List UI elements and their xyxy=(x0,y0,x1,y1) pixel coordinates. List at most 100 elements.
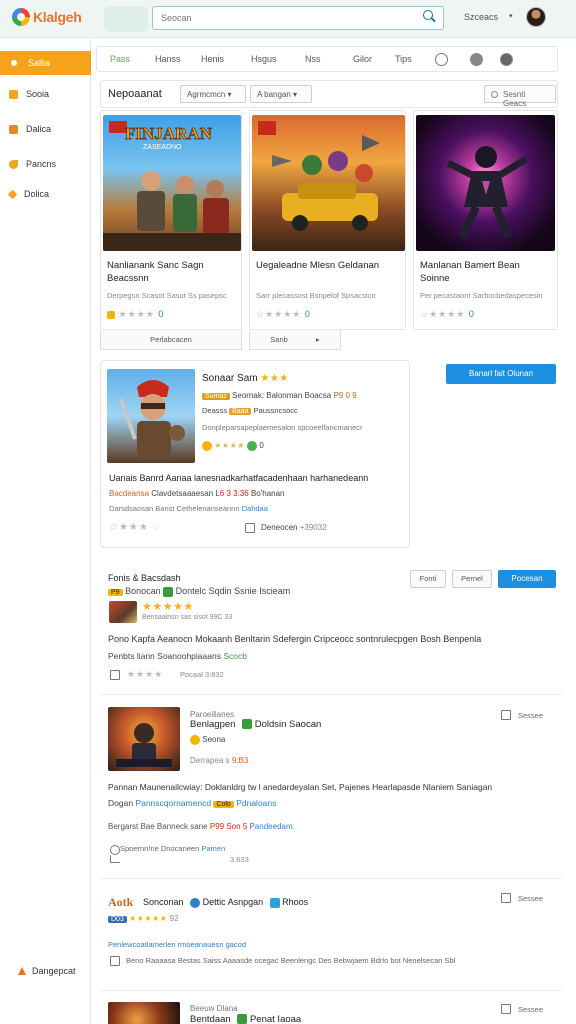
featured-action-button[interactable]: Banarl fait Olunan xyxy=(446,364,556,384)
sidebar-footer[interactable]: Dangepcat xyxy=(18,966,76,976)
list-item-tag-2: Penat Iaoaa xyxy=(249,1014,302,1024)
desc-link[interactable]: Pannscqornamencd xyxy=(135,798,211,808)
list-item-checkbox[interactable] xyxy=(501,1004,511,1014)
desc-label-e: Darsdsaosan Banst Cethelenanseannn xyxy=(109,504,240,513)
avatar[interactable] xyxy=(526,7,546,27)
tab-pass[interactable]: Pass xyxy=(110,54,130,64)
search-input[interactable] xyxy=(152,6,444,30)
card-rating: ☆★★★★ 0 xyxy=(256,309,311,320)
card-title: Nanlianank Sanc Sagn Beacssnn xyxy=(107,260,204,284)
card-title: Uegaleadne Mlesn Geldanan xyxy=(256,260,380,271)
sidebar-item-dalica[interactable]: Dalica xyxy=(0,118,91,140)
rating-count: 0 xyxy=(259,441,264,451)
list-item-checkbox[interactable] xyxy=(501,710,511,720)
filter-dropdown-2[interactable]: A bangan ▾ xyxy=(250,85,312,103)
desc-link-2[interactable]: Pdnaloans xyxy=(236,798,276,808)
tab-hanss[interactable]: Hanss xyxy=(155,54,181,64)
featured-line-2: Sumaz Seornak: Balonman Boacsa P9 0 9 xyxy=(202,391,357,400)
list-item-thumbnail xyxy=(109,601,137,623)
desc-link[interactable]: Dahdaa xyxy=(242,504,268,513)
tag-badge: P9 xyxy=(108,589,123,596)
tab-gilor[interactable]: Gilor xyxy=(353,54,372,64)
checkbox-count: +39032 xyxy=(299,523,327,532)
list-item-tag-2: Doldsin Saocan xyxy=(254,719,322,730)
list-item-foot: Pocaal 3:832 xyxy=(180,670,224,679)
tab-tips[interactable]: Tips xyxy=(395,54,412,64)
help-icon[interactable] xyxy=(435,53,448,66)
star-rating: ★★★ xyxy=(260,373,289,384)
sidebar-item-label: Sooia xyxy=(26,89,50,99)
user-menu-label[interactable]: Szceacs xyxy=(464,12,498,22)
search-icon[interactable] xyxy=(423,10,433,20)
card-subtitle: Sarr plecassost Bsnpelof Spsacstcn xyxy=(256,291,376,300)
featured-card[interactable]: Sonaar Sam ★★★ Sumaz Seornak: Balonman B… xyxy=(100,360,410,548)
card-2-action-label: Sanb xyxy=(270,335,288,344)
game-card-3[interactable]: Manlanan Bamert Bean Soinne Per pecastao… xyxy=(413,110,558,330)
list-item-tag: Bentdaan xyxy=(190,1014,231,1024)
star-rating: ★★★★ xyxy=(127,669,164,679)
list-item-select-checkbox[interactable] xyxy=(501,893,511,903)
desc-text: Dogan xyxy=(108,798,134,808)
filter-search-input[interactable]: Sesnti Geacs xyxy=(484,85,556,108)
card-2-action-button[interactable]: Sanb ▸ xyxy=(249,330,341,350)
share-icon[interactable] xyxy=(500,53,513,66)
list-filter-button-1[interactable]: Fonti xyxy=(410,570,446,588)
chart-icon xyxy=(9,159,18,169)
app-logo[interactable]: Klalgeh xyxy=(12,8,82,26)
game-card-2[interactable]: Uegaleadne Mlesn Geldanan Sarr plecassos… xyxy=(249,110,406,330)
chevron-down-icon[interactable]: ▾ xyxy=(509,12,513,20)
star-rating: ★★★★ xyxy=(214,441,245,451)
coin-icon xyxy=(202,441,212,451)
featured-title: Sonaar Sam ★★★ xyxy=(202,373,289,384)
featured-checkbox[interactable] xyxy=(245,523,255,533)
list-primary-button[interactable]: Pocesan xyxy=(498,570,556,588)
sidebar-item-sooia[interactable]: Sooia xyxy=(0,83,91,105)
card-rating: ★★★★ 0 xyxy=(107,309,164,320)
card-1-action-button[interactable]: Perlabcacen xyxy=(100,330,242,350)
desc-link-3[interactable]: Pandeedam. xyxy=(249,822,294,831)
list-item-check-label: Spoernn!ne Dnocaneen Pamen xyxy=(120,844,225,853)
check-label-c[interactable]: Pamen xyxy=(201,844,225,853)
sub-text: Seona xyxy=(202,735,226,745)
settings-icon[interactable] xyxy=(470,53,483,66)
list-item-desc-2: Penbts liann Soanoohpiaaans Scocb xyxy=(108,651,247,661)
sub-2-value: 9:B3 xyxy=(231,756,249,765)
warning-icon xyxy=(18,967,26,975)
tab-hsgus[interactable]: Hsgus xyxy=(251,54,277,64)
list-filter-button-2[interactable]: Pernel xyxy=(452,570,492,588)
divider xyxy=(100,694,562,695)
featured-line-3: Deasss Baaa Paussncsocc xyxy=(202,406,298,415)
rating-count: 92 xyxy=(169,914,179,923)
star-rating: ★★★★★ xyxy=(129,914,168,923)
tab-nss[interactable]: Nss xyxy=(305,54,321,64)
game-cover-art: FINJARAN ZASEADNO xyxy=(103,121,241,251)
desc-text-3: Bergarst Bae Banneck sane xyxy=(108,822,208,831)
game-cover-image: FINJARAN ZASEADNO xyxy=(103,115,241,251)
sidebar-item-pancns[interactable]: Pancns xyxy=(0,153,91,175)
list-item-desc: Beno Raaaasa Bestas Saiss Aaaasde ocegac… xyxy=(126,956,456,965)
cover-title: FINJARAN xyxy=(125,124,213,143)
filter-dropdown-1[interactable]: Agrmcmcn ▾ xyxy=(180,85,246,103)
featured-star-row: ☆★★★ ◌ xyxy=(109,522,160,533)
star-rating: ☆★★★★ xyxy=(256,309,302,319)
dot-icon xyxy=(11,60,17,66)
favorite-icon[interactable] xyxy=(107,310,115,319)
list-item-sub: Penlewcoatlamerlen rmoeanauesn gacod xyxy=(108,940,247,949)
sidebar-item-dolica[interactable]: Dolica xyxy=(0,183,91,205)
list-item-tag: Benlagpen xyxy=(190,719,236,730)
list-item-checkbox[interactable] xyxy=(110,956,120,966)
filter-bar: Nepoaanat Agrmcmcn ▾ A bangan ▾ Sesnti G… xyxy=(100,80,558,108)
list-item-checkbox[interactable] xyxy=(110,670,120,680)
sidebar-item-sallia[interactable]: Sallia xyxy=(0,51,91,75)
star-rating: ☆★★★★ xyxy=(420,309,466,319)
list-item-thumbnail xyxy=(108,1002,180,1024)
tab-henis[interactable]: Henis xyxy=(201,54,224,64)
game-cover-art xyxy=(258,121,380,231)
list-item-rating-row: D03 ★★★★★ 92 xyxy=(108,914,179,923)
check-label-a: Spoernn!ne xyxy=(120,844,159,853)
list-item-radio[interactable] xyxy=(110,845,120,855)
game-card-1[interactable]: FINJARAN ZASEADNO Nanlianank Sanc Sagn B… xyxy=(100,110,242,330)
reply-icon[interactable] xyxy=(110,855,120,863)
sub-2-text: Derrapea s xyxy=(190,756,230,765)
list-item-tag-3: Rhoos xyxy=(282,897,309,907)
